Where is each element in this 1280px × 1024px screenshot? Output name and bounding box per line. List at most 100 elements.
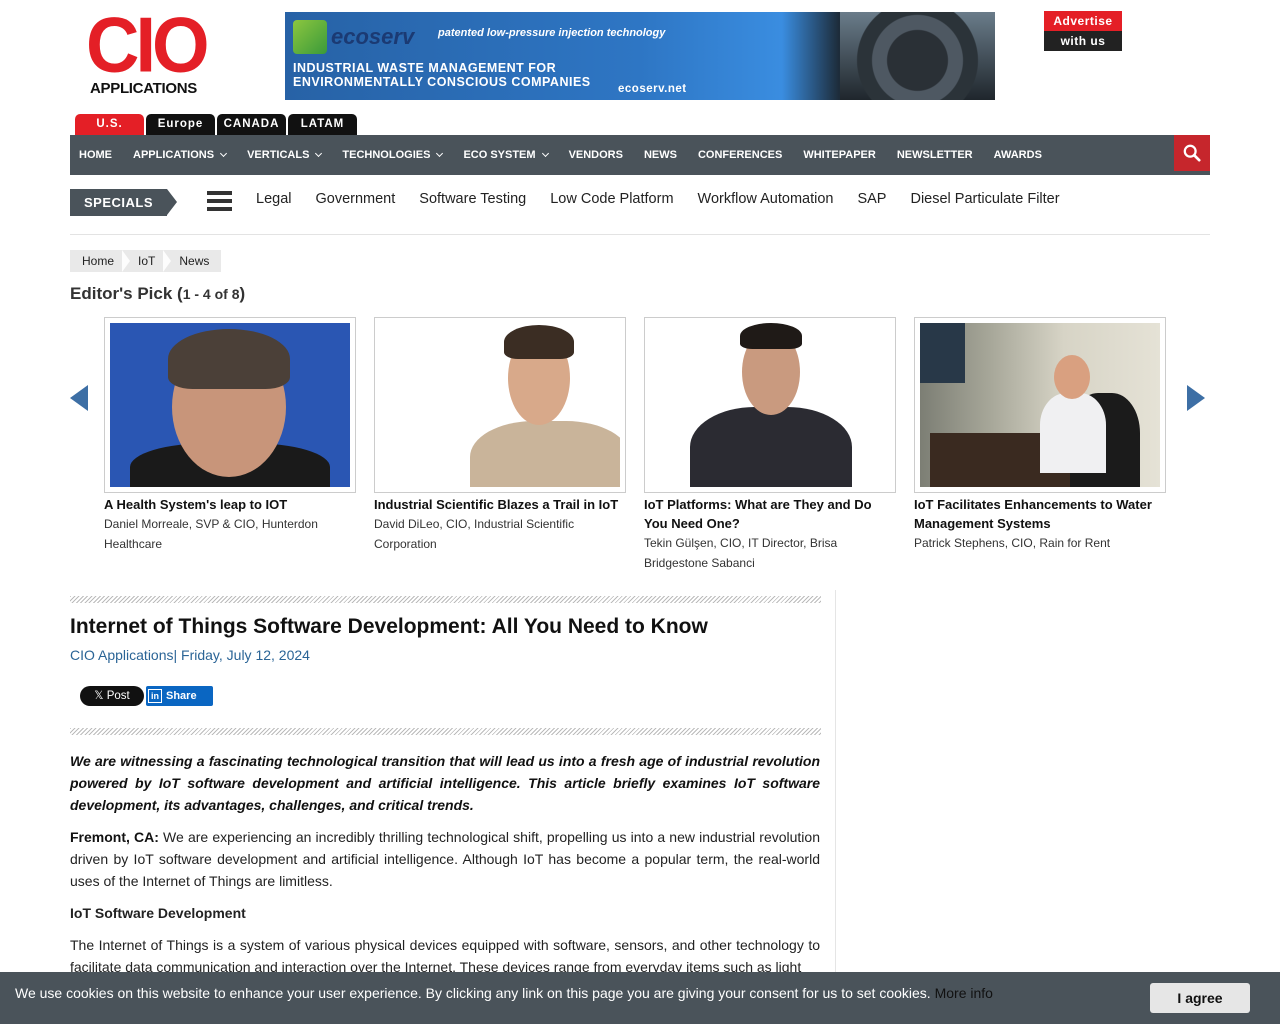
linkedin-share-label: Share <box>166 690 197 702</box>
card-author: Daniel Morreale, SVP & CIO, Hunterdon He… <box>104 517 318 551</box>
article-paragraph-text: We are experiencing an incredibly thrill… <box>70 829 820 889</box>
specials-links: Legal Government Software Testing Low Co… <box>256 191 1084 207</box>
specials-link-low-code-platform[interactable]: Low Code Platform <box>550 191 673 207</box>
region-tab-canada[interactable]: CANADA <box>217 114 286 135</box>
x-post-button[interactable]: 𝕏 Post <box>80 686 144 706</box>
region-tab-latam[interactable]: LATAM <box>288 114 357 135</box>
banner-url: ecoserv.net <box>618 83 687 95</box>
advertise-line1: Advertise <box>1044 11 1122 31</box>
nav-news-label: NEWS <box>643 149 677 161</box>
banner-headline-line1: INDUSTRIAL WASTE MANAGEMENT FOR <box>293 61 557 75</box>
breadcrumb-news[interactable]: News <box>167 250 221 272</box>
specials-link-legal[interactable]: Legal <box>256 191 291 207</box>
nav-newsletter[interactable]: NEWSLETTER <box>897 149 973 161</box>
specials-menu-icon[interactable] <box>207 191 232 211</box>
nav-applications-label: APPLICATIONS <box>133 149 215 161</box>
card-photo[interactable] <box>104 317 356 493</box>
chevron-down-icon <box>315 149 323 158</box>
nav-awards[interactable]: AWARDS <box>994 149 1042 161</box>
specials-link-sap[interactable]: SAP <box>857 191 886 207</box>
hatch-divider <box>70 728 821 735</box>
card-title[interactable]: IoT Platforms: What are They and Do You … <box>644 495 896 533</box>
ad-banner[interactable]: ecoserv patented low-pressure injection … <box>285 12 995 100</box>
search-button[interactable] <box>1174 135 1210 171</box>
editors-pick-title: Editor's Pick ( <box>70 284 183 303</box>
editors-pick-card[interactable]: IoT Platforms: What are They and Do You … <box>644 317 896 573</box>
breadcrumb-iot[interactable]: IoT <box>126 250 172 272</box>
banner-brand: ecoserv <box>293 20 414 54</box>
column-divider <box>835 590 836 1010</box>
carousel-next-arrow-icon[interactable] <box>1187 385 1205 411</box>
editors-pick-count: 1 - 4 of 8 <box>182 286 240 302</box>
cio-applications-logo[interactable]: CIO APPLICATIONS <box>86 0 226 98</box>
logo-cio-text: CIO <box>86 0 210 89</box>
banner-brand-name: ecoserv <box>331 24 415 49</box>
hatch-divider <box>70 596 821 603</box>
card-title[interactable]: Industrial Scientific Blazes a Trail in … <box>374 495 626 514</box>
region-tab-us[interactable]: U.S. <box>75 114 144 135</box>
divider <box>70 234 1210 235</box>
linkedin-icon: in <box>148 689 162 703</box>
nav-home[interactable]: HOME <box>79 149 112 161</box>
nav-conferences[interactable]: CONFERENCES <box>698 149 782 161</box>
editors-pick-card[interactable]: IoT Facilitates Enhancements to Water Ma… <box>914 317 1166 553</box>
card-photo[interactable] <box>374 317 626 493</box>
article-subheading: IoT Software Development <box>70 905 246 921</box>
specials-link-software-testing[interactable]: Software Testing <box>419 191 526 207</box>
article-intro: We are witnessing a fascinating technolo… <box>70 753 820 813</box>
specials-link-government[interactable]: Government <box>315 191 395 207</box>
nav-vendors[interactable]: VENDORS <box>569 149 623 161</box>
carousel-prev-arrow-icon[interactable] <box>70 385 88 411</box>
chevron-down-icon <box>541 149 549 158</box>
nav-eco-system[interactable]: ECO SYSTEM <box>463 149 549 161</box>
breadcrumb: Home IoT News <box>70 250 222 272</box>
breadcrumb-home[interactable]: Home <box>70 250 131 272</box>
nav-conferences-label: CONFERENCES <box>697 149 783 161</box>
x-icon: 𝕏 <box>94 690 107 702</box>
article-dateline: Fremont, CA: <box>70 829 159 845</box>
nav-whitepaper[interactable]: WHITEPAPER <box>803 149 876 161</box>
article-title: Internet of Things Software Development:… <box>70 615 708 638</box>
cookie-agree-button[interactable]: I agree <box>1150 983 1250 1013</box>
nav-verticals[interactable]: VERTICALS <box>247 149 323 161</box>
card-photo[interactable] <box>914 317 1166 493</box>
chevron-down-icon <box>436 149 444 158</box>
nav-home-label: HOME <box>79 149 112 161</box>
card-photo[interactable] <box>644 317 896 493</box>
specials-link-diesel-particulate-filter[interactable]: Diesel Particulate Filter <box>910 191 1059 207</box>
article-meta[interactable]: CIO Applications| Friday, July 12, 2024 <box>70 647 310 663</box>
search-icon <box>1183 144 1201 162</box>
card-author: Tekin Gülşen, CIO, IT Director, Brisa Br… <box>644 536 838 570</box>
main-nav: HOME APPLICATIONS VERTICALS TECHNOLOGIES… <box>70 135 1210 175</box>
cookie-banner: We use cookies on this website to enhanc… <box>0 972 1280 1024</box>
region-tabs: U.S. Europe CANADA LATAM <box>75 114 357 135</box>
advertise-button[interactable]: Advertise with us <box>1044 11 1122 51</box>
social-buttons: 𝕏 Post in Share <box>80 686 213 706</box>
nav-applications[interactable]: APPLICATIONS <box>133 149 228 161</box>
nav-vendors-label: VENDORS <box>568 149 623 161</box>
cookie-more-info-link[interactable]: More info <box>935 985 993 1001</box>
nav-awards-label: AWARDS <box>993 149 1042 161</box>
card-title[interactable]: IoT Facilitates Enhancements to Water Ma… <box>914 495 1166 533</box>
nav-news[interactable]: NEWS <box>644 149 677 161</box>
chevron-down-icon <box>220 149 228 158</box>
linkedin-share-button[interactable]: in Share <box>146 686 213 706</box>
banner-headline: INDUSTRIAL WASTE MANAGEMENT FOR ENVIRONM… <box>293 61 591 89</box>
article-paragraph: Fremont, CA: We are experiencing an incr… <box>70 826 820 892</box>
specials-label: SPECIALS <box>70 189 177 216</box>
card-title[interactable]: A Health System's leap to IOT <box>104 495 356 514</box>
x-post-label: Post <box>106 690 130 702</box>
nav-technologies[interactable]: TECHNOLOGIES <box>342 149 444 161</box>
specials-link-workflow-automation[interactable]: Workflow Automation <box>698 191 834 207</box>
card-author: Patrick Stephens, CIO, Rain for Rent <box>914 536 1111 550</box>
editors-pick-card[interactable]: Industrial Scientific Blazes a Trail in … <box>374 317 626 554</box>
editors-pick-close: ) <box>239 284 246 303</box>
nav-eco-system-label: ECO SYSTEM <box>463 149 536 161</box>
nav-technologies-label: TECHNOLOGIES <box>342 149 431 161</box>
cookie-text-wrap: We use cookies on this website to enhanc… <box>15 985 993 1001</box>
banner-headline-line2: ENVIRONMENTALLY CONSCIOUS COMPANIES <box>293 75 591 89</box>
region-tab-europe[interactable]: Europe <box>146 114 215 135</box>
editors-pick-card[interactable]: A Health System's leap to IOT Daniel Mor… <box>104 317 356 554</box>
banner-tagline: patented low-pressure injection technolo… <box>438 27 666 39</box>
advertise-line2: with us <box>1044 31 1122 51</box>
